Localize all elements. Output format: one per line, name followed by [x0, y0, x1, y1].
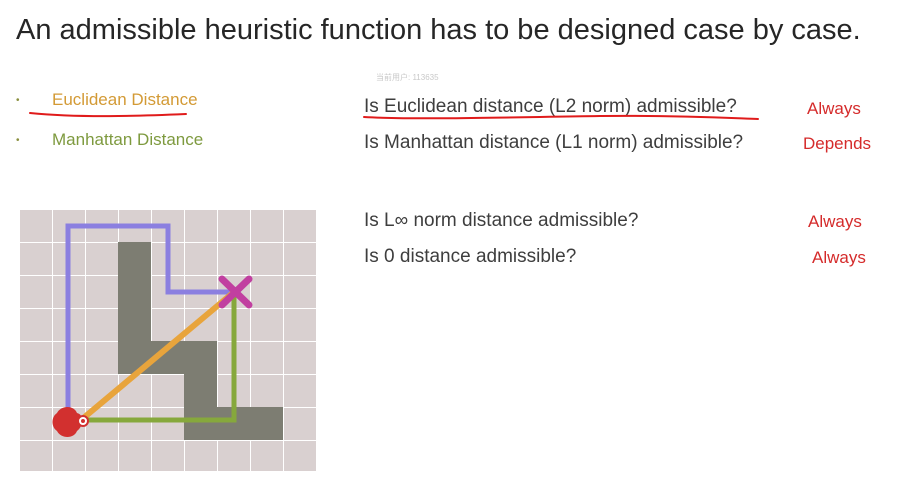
- question-l2: Is Euclidean distance (L2 norm) admissib…: [364, 96, 737, 117]
- question-l1: Is Manhattan distance (L1 norm) admissib…: [364, 132, 744, 153]
- bullet-euclidean: Euclidean Distance: [52, 90, 198, 109]
- answer-zero: Always: [812, 248, 866, 267]
- bullet-dot: •: [16, 135, 20, 146]
- bullet-dot: •: [16, 95, 20, 106]
- answer-linf: Always: [808, 212, 862, 231]
- page-title: An admissible heuristic function has to …: [16, 14, 861, 46]
- answer-l2: Always: [807, 99, 861, 118]
- watermark: 当前用户: 113635: [376, 73, 439, 82]
- answer-l1: Depends: [803, 134, 872, 153]
- underline-euclidean-bullet: [29, 112, 187, 118]
- grid-path-figure: [19, 209, 317, 471]
- question-zero: Is 0 distance admissible?: [364, 246, 577, 267]
- bullet-manhattan: Manhattan Distance: [52, 130, 204, 149]
- question-linf: Is L∞ norm distance admissible?: [364, 210, 639, 231]
